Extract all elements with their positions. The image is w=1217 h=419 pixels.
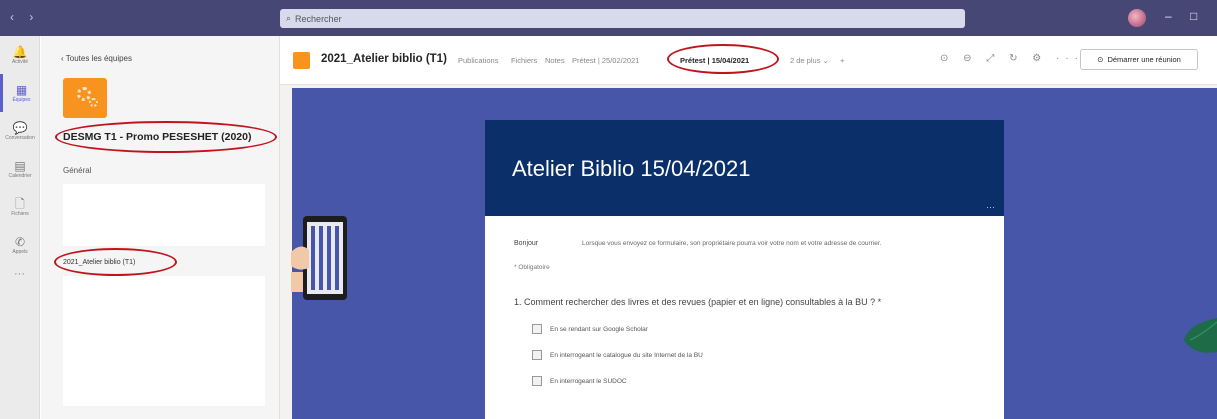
rail-label: Fichiers xyxy=(11,210,29,217)
maximize-button[interactable]: □ xyxy=(1190,9,1197,23)
channel-list-block xyxy=(63,184,265,246)
checkbox[interactable] xyxy=(532,376,542,386)
history-nav[interactable]: ‹ › xyxy=(10,10,39,24)
rail-label: Activité xyxy=(11,58,29,65)
annotation-circle xyxy=(54,248,177,276)
tab-files[interactable]: Fichiers xyxy=(511,56,537,65)
annotation-circle xyxy=(667,44,779,74)
rail-item-calls[interactable]: ✆ Appels xyxy=(0,226,40,264)
more-options-icon[interactable]: ··· xyxy=(986,202,995,212)
rail-item-chat[interactable]: 💬 Conversation xyxy=(0,112,40,150)
channel-main: 2021_Atelier biblio (T1) Publications Fi… xyxy=(280,36,1217,419)
more-apps-icon[interactable]: ··· xyxy=(0,268,39,280)
option-catalogue-bu[interactable]: En interrogeant le catalogue du site Int… xyxy=(532,350,703,360)
video-icon: ⊙ xyxy=(1097,55,1104,64)
option-google-scholar[interactable]: En se rendant sur Google Scholar xyxy=(532,324,648,334)
option-label: En interrogeant le SUDOC xyxy=(550,377,627,385)
privacy-note: Lorsque vous envoyez ce formulaire, son … xyxy=(582,240,882,247)
rail-item-calendar[interactable]: ▤ Calendrier xyxy=(0,150,40,188)
channel-header: 2021_Atelier biblio (T1) Publications Fi… xyxy=(280,36,1217,85)
tab-publications[interactable]: Publications xyxy=(458,56,498,65)
rail-label: Calendrier xyxy=(8,172,32,179)
rail-label: Équipes xyxy=(12,96,31,103)
start-meeting-button[interactable]: ⊙ Démarrer une réunion xyxy=(1080,49,1198,70)
avatar[interactable] xyxy=(1128,9,1146,27)
required-note: * Obligatoire xyxy=(514,264,550,271)
header-tool-icons[interactable]: ⊙ ⊖ ⤢ ↻ ⚙ ··· xyxy=(940,53,1084,64)
checkbox[interactable] xyxy=(532,350,542,360)
search-placeholder: Rechercher xyxy=(295,13,342,24)
add-tab-button[interactable]: + xyxy=(840,56,844,65)
all-teams-link[interactable]: ‹ Toutes les équipes xyxy=(61,54,132,63)
form-card: Atelier Biblio 15/04/2021 ··· Bonjour Lo… xyxy=(485,120,1004,419)
form-title: Atelier Biblio 15/04/2021 xyxy=(512,156,751,181)
search-icon: ⌕ xyxy=(286,13,292,23)
rail-item-teams[interactable]: ▦ Équipes xyxy=(0,74,40,112)
tab-notes[interactable]: Notes xyxy=(545,56,565,65)
bell-icon: 🔔 xyxy=(12,44,28,59)
option-label: En se rendant sur Google Scholar xyxy=(550,325,648,333)
checkbox[interactable] xyxy=(532,324,542,334)
tab-pretest-25-02[interactable]: Prétest | 25/02/2021 xyxy=(572,56,639,65)
question-title: 1. Comment rechercher des livres et des … xyxy=(514,297,882,307)
greeting-text: Bonjour xyxy=(514,240,539,247)
gear-icon xyxy=(89,98,98,107)
title-bar: ‹ › ⌕ Rechercher – □ xyxy=(0,0,1217,36)
team-icon xyxy=(293,52,310,69)
calendar-icon: ▤ xyxy=(14,158,26,173)
team-logo xyxy=(63,78,107,118)
phone-icon: ✆ xyxy=(14,234,26,249)
channel-title: 2021_Atelier biblio (T1) xyxy=(321,53,447,65)
rail-item-files[interactable]: 🗋 Fichiers xyxy=(0,188,40,226)
annotation-circle xyxy=(55,121,277,153)
rail-item-activity[interactable]: 🔔 Activité xyxy=(0,36,40,74)
meet-label: Démarrer une réunion xyxy=(1107,55,1181,64)
rail-label: Conversation xyxy=(5,134,35,141)
file-icon: 🗋 xyxy=(15,196,25,211)
tab-more[interactable]: 2 de plus ⌄ xyxy=(790,56,829,65)
search-input[interactable]: ⌕ Rechercher xyxy=(280,9,965,28)
option-sudoc[interactable]: En interrogeant le SUDOC xyxy=(532,376,627,386)
rail-label: Appels xyxy=(12,248,28,255)
option-label: En interrogeant le catalogue du site Int… xyxy=(550,351,703,359)
minimize-button[interactable]: – xyxy=(1165,9,1172,23)
teams-icon: ▦ xyxy=(15,82,28,97)
leaf-illustration-icon xyxy=(1184,318,1217,353)
teams-panel: ‹ Toutes les équipes DESMG T1 - Promo PE… xyxy=(41,36,280,419)
form-header: Atelier Biblio 15/04/2021 ··· xyxy=(485,120,1004,216)
chat-icon: 💬 xyxy=(12,120,28,135)
app-rail: 🔔 Activité ▦ Équipes 💬 Conversation ▤ Ca… xyxy=(0,36,40,419)
tablet-illustration-icon xyxy=(291,216,347,300)
channel-list-block xyxy=(63,276,265,406)
channel-general[interactable]: Général xyxy=(63,166,91,175)
